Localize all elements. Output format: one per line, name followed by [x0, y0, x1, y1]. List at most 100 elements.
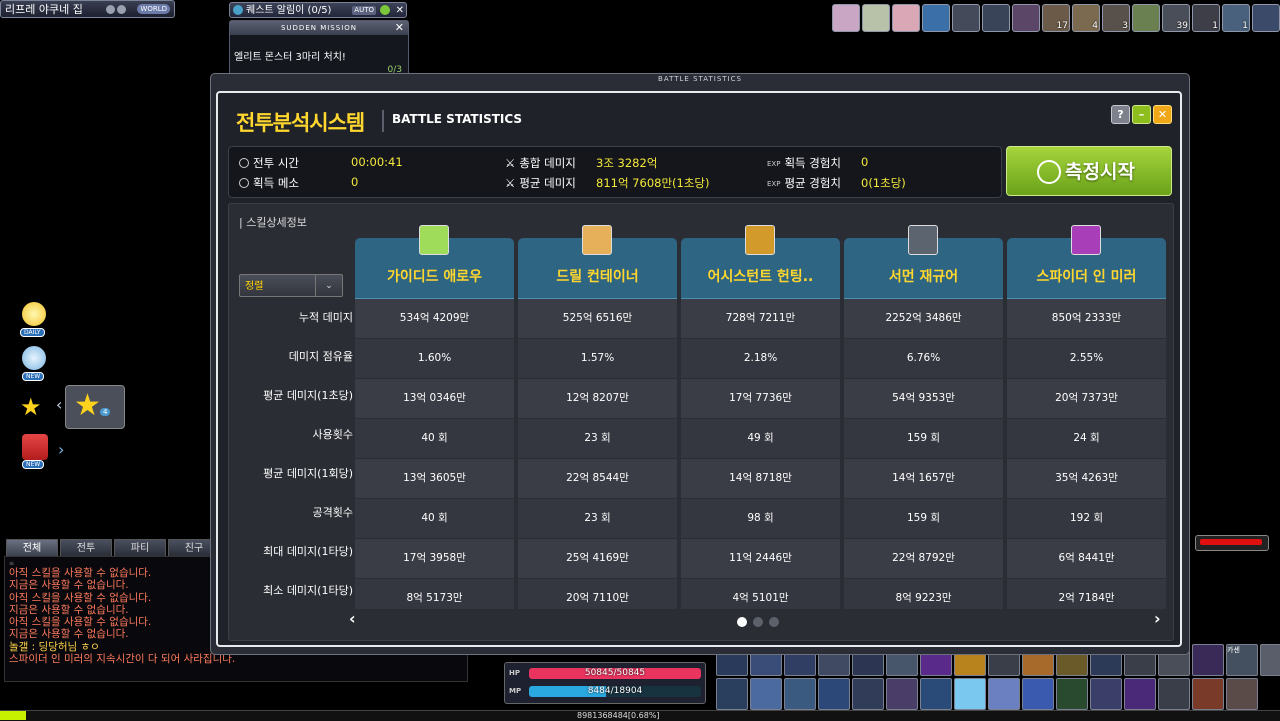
close-button[interactable]: ✕ — [1153, 105, 1172, 124]
auto-button[interactable]: AUTO — [352, 6, 376, 15]
exp-label: 획득 경험치 — [784, 156, 842, 170]
buff-bar: 17 4 3 39 1 1 — [832, 4, 1280, 32]
quest-toggle-icon[interactable] — [380, 5, 390, 15]
chat-tabs: 전체 전투 파티 친구 — [6, 539, 222, 556]
quickslot-item[interactable] — [920, 678, 952, 710]
quickslot-item[interactable] — [852, 678, 884, 710]
avg-exp-row: EXP 평균 경험치 0(1초당) — [767, 175, 906, 191]
buff-icon[interactable]: 17 — [1042, 4, 1070, 32]
skill-column[interactable]: 가이디드 애로우 534억 4209만 1.60% 13억 0346만 40 회 13억 … — [355, 238, 514, 609]
buff-icon[interactable] — [832, 4, 860, 32]
skill-stat-cell: 1.57% — [518, 339, 677, 379]
sword-icon-2: ⚔ — [505, 176, 516, 190]
quickslot-item[interactable] — [716, 678, 748, 710]
buff-icon[interactable] — [862, 4, 890, 32]
minimize-button[interactable]: – — [1132, 105, 1151, 124]
quickslot-item[interactable] — [1260, 644, 1280, 676]
page-dot[interactable] — [769, 617, 779, 627]
sudden-mission-close-icon[interactable]: ✕ — [395, 21, 405, 35]
quickslot-item[interactable]: 카센 — [1226, 644, 1258, 676]
stat-row-label: 누적 데미지 — [298, 311, 353, 324]
buff-icon[interactable] — [922, 4, 950, 32]
quickslot-item[interactable] — [1226, 678, 1258, 710]
chevron-left-icon[interactable]: ‹ — [56, 395, 62, 414]
chevron-right-icon[interactable]: › — [58, 440, 64, 459]
sword-icon: ⚔ — [505, 156, 516, 170]
chat-tab[interactable]: 파티 — [114, 539, 166, 556]
map-title[interactable]: 리프레 야쿠네 집 WORLD — [0, 0, 175, 18]
world-button[interactable]: WORLD — [137, 4, 170, 14]
quickslot-item[interactable] — [988, 678, 1020, 710]
sort-dropdown[interactable]: 정렬 ⌄ — [239, 274, 343, 297]
chevron-down-icon: ⌄ — [315, 275, 342, 296]
buff-count: 1 — [1242, 21, 1248, 31]
stat-row-label: 평균 데미지(1초당) — [263, 389, 353, 402]
meso-icon — [239, 178, 249, 188]
chat-tab[interactable]: 전투 — [60, 539, 112, 556]
skill-stat-cell: 159 회 — [844, 419, 1003, 459]
skill-column[interactable]: 서먼 재규어 2252억 3486만 6.76% 54억 9353만 159 회 14억 … — [844, 238, 1003, 609]
sudden-mission-text: 엘리트 몬스터 3마리 처치! — [234, 52, 346, 63]
quickslot-item[interactable] — [1192, 678, 1224, 710]
quest-close-icon[interactable]: ✕ — [396, 3, 404, 19]
buff-icon[interactable]: 1 — [1222, 4, 1250, 32]
buff-icon[interactable]: 39 — [1162, 4, 1190, 32]
star-popup[interactable]: ★ 4 — [65, 385, 125, 429]
buff-icon[interactable] — [952, 4, 980, 32]
quickslot-item[interactable] — [1022, 678, 1054, 710]
skill-detail-title: | 스킬상세정보 — [239, 216, 307, 229]
drill-container-icon — [582, 225, 612, 255]
buff-icon[interactable] — [1252, 4, 1280, 32]
buff-icon[interactable]: 1 — [1192, 4, 1220, 32]
quickslot-item[interactable] — [818, 678, 850, 710]
buff-count: 3 — [1122, 21, 1128, 31]
quickslot-item[interactable] — [1056, 678, 1088, 710]
buff-count: 17 — [1056, 21, 1068, 31]
chat-tab[interactable]: 전체 — [6, 539, 58, 556]
skill-stat-cell: 25억 4169만 — [518, 539, 677, 579]
assistant-hunting-icon — [745, 225, 775, 255]
guided-arrow-icon — [419, 225, 449, 255]
quickslot-item[interactable] — [954, 678, 986, 710]
skill-stat-cell: 20억 7110만 — [518, 579, 677, 609]
page-dot[interactable] — [753, 617, 763, 627]
quickslot-item[interactable] — [750, 678, 782, 710]
map-toggle-icons[interactable] — [106, 5, 126, 14]
quickslot-item[interactable] — [1090, 678, 1122, 710]
skill-stat-cell: 2억 7184만 — [1007, 579, 1166, 609]
gift-box-icon[interactable]: NEW — [22, 434, 48, 469]
skill-column[interactable]: 드릴 컨테이너 525억 6516만 1.57% 12억 8207만 23 회 22억 8… — [518, 238, 677, 609]
start-measure-button[interactable]: 측정시작 — [1006, 146, 1172, 196]
quickslot-item[interactable] — [886, 678, 918, 710]
page-indicator — [737, 617, 779, 627]
next-page-arrow[interactable]: › — [1154, 609, 1161, 628]
star-icon[interactable]: ★ — [20, 393, 42, 421]
skill-stat-cell: 14억 1657만 — [844, 459, 1003, 499]
skill-stat-cell: 13억 3605만 — [355, 459, 514, 499]
buff-icon[interactable]: 3 — [1102, 4, 1130, 32]
skill-stat-cell: 159 회 — [844, 499, 1003, 539]
skill-name: 드릴 컨테이너 — [556, 269, 639, 285]
buff-icon[interactable] — [892, 4, 920, 32]
stat-row-label: 데미지 점유율 — [288, 350, 353, 363]
daily-gift-icon[interactable]: DAILY — [20, 302, 46, 337]
buff-icon[interactable] — [1012, 4, 1040, 32]
quickslot-item[interactable] — [784, 678, 816, 710]
quest-alarm-bar[interactable]: 퀘스트 알림이 (0/5) AUTO ✕ — [229, 2, 407, 18]
map-name: 리프레 야쿠네 집 — [5, 3, 83, 16]
skill-stat-cell: 14억 8718만 — [681, 459, 840, 499]
quickslot-item[interactable] — [1158, 678, 1190, 710]
buff-icon[interactable] — [1132, 4, 1160, 32]
quickslot-item[interactable] — [1124, 678, 1156, 710]
new-event-icon[interactable]: NEW — [22, 346, 46, 381]
prev-page-arrow[interactable]: ‹ — [349, 609, 356, 628]
buff-icon[interactable] — [982, 4, 1010, 32]
skill-column[interactable]: 스파이더 인 미러 850억 2333만 2.55% 20억 7373만 24 회 35억… — [1007, 238, 1166, 609]
skill-column[interactable]: 어시스턴트 헌팅.. 728억 7211만 2.18% 17억 7736만 49 회 14… — [681, 238, 840, 609]
quickslot-item[interactable] — [1192, 644, 1224, 676]
skill-stat-cell: 11억 2446만 — [681, 539, 840, 579]
buff-icon[interactable]: 4 — [1072, 4, 1100, 32]
stat-row-label: 공격횟수 — [312, 506, 353, 519]
help-button[interactable]: ? — [1111, 105, 1130, 124]
page-dot[interactable] — [737, 617, 747, 627]
